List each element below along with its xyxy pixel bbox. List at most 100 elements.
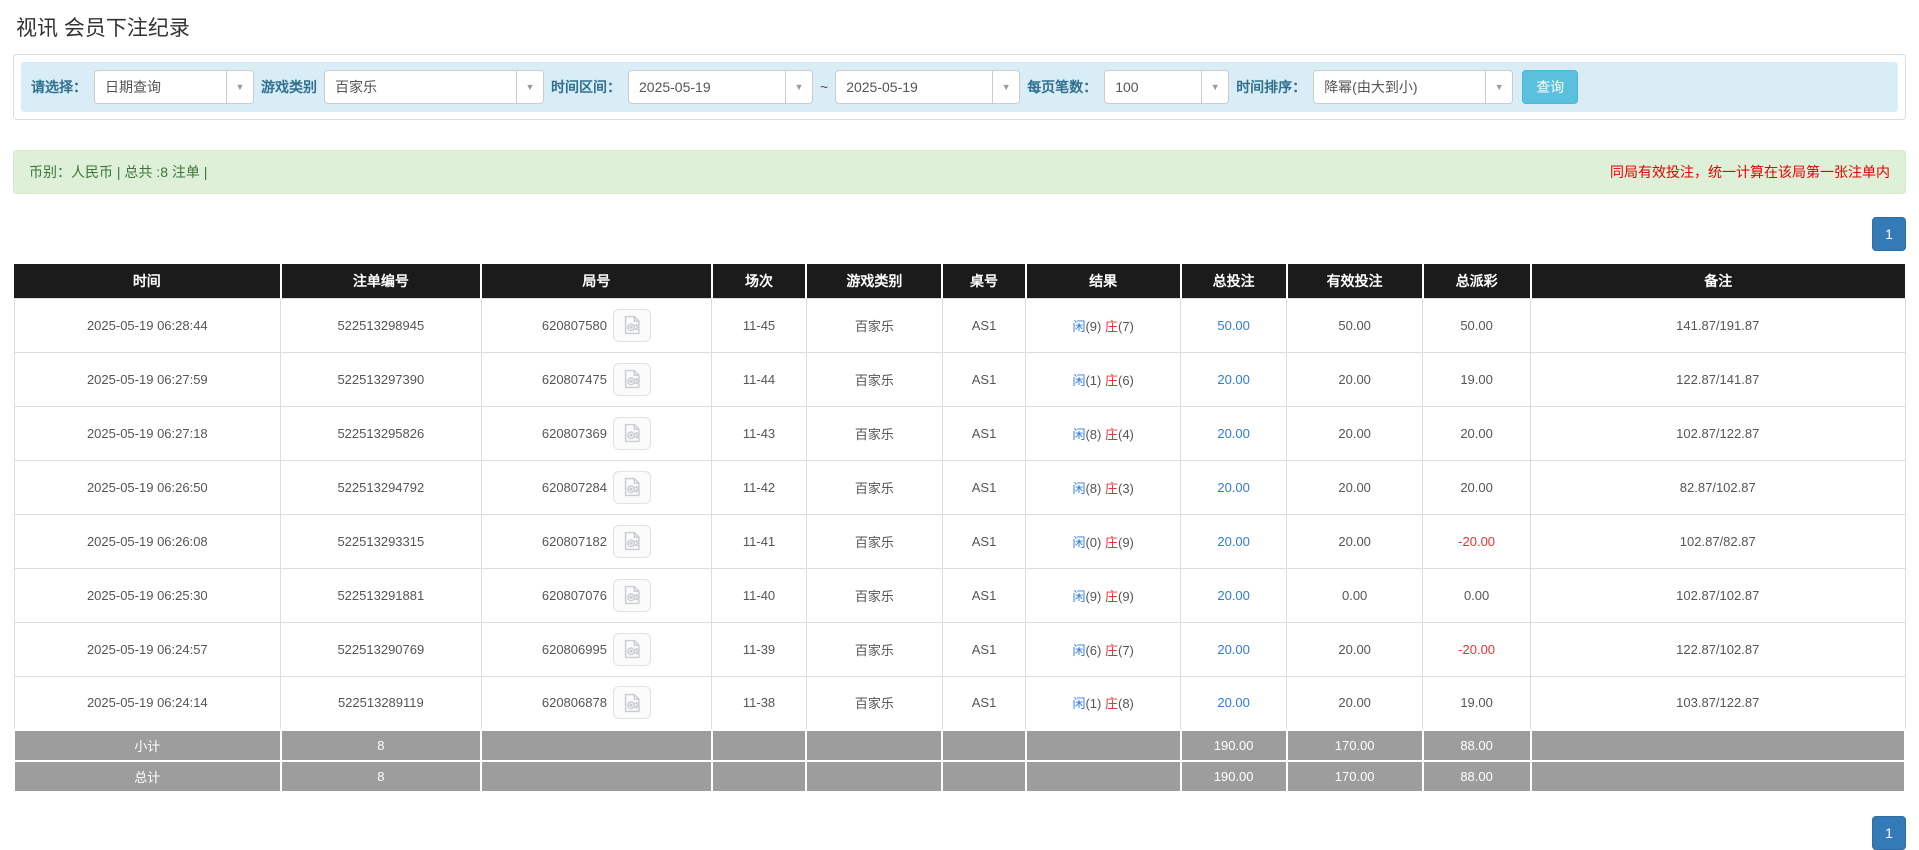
valid-bet-cell: 20.00 (1286, 675, 1424, 731)
video-replay-button[interactable] (612, 416, 651, 450)
total-bet-link[interactable]: 20.00 (1217, 695, 1250, 710)
date-from-value: 2025-05-19 (639, 79, 711, 95)
date-to-select[interactable]: 2025-05-19 ▼ (835, 70, 1021, 104)
result-cell: 闲(0) 庄(9) (1025, 513, 1182, 569)
total-bet-link[interactable]: 20.00 (1217, 426, 1250, 441)
header-payout: 总派彩 (1421, 264, 1531, 298)
game-cell: 百家乐 (805, 297, 943, 353)
table-no-cell: AS1 (941, 297, 1027, 353)
subtotal-label: 小计 (13, 729, 282, 762)
video-replay-button[interactable] (612, 362, 651, 396)
valid-bet-cell: 20.00 (1286, 405, 1424, 461)
total-bet-link[interactable]: 20.00 (1217, 372, 1250, 387)
player-result-label: 闲 (1072, 318, 1086, 334)
chevron-down-icon[interactable]: ▼ (226, 71, 253, 103)
game-cell: 百家乐 (805, 621, 943, 677)
bet-no-cell: 522513291881 (280, 567, 482, 623)
player-result-label: 闲 (1072, 696, 1086, 712)
banker-result-label: 庄 (1104, 318, 1118, 334)
result-cell: 闲(9) 庄(7) (1025, 297, 1182, 353)
query-mode-select[interactable]: 日期查询 ▼ (94, 70, 254, 104)
time-range-label: 时间区间： (551, 79, 621, 95)
header-round-no: 局号 (480, 264, 712, 298)
total-bet-link[interactable]: 50.00 (1217, 318, 1250, 333)
total-bet-link[interactable]: 20.00 (1217, 480, 1250, 495)
table-no-cell: AS1 (941, 405, 1027, 461)
valid-bet-cell: 20.00 (1286, 351, 1424, 407)
video-replay-button[interactable] (612, 686, 651, 720)
player-result-score: (8) (1085, 480, 1102, 496)
game-cell: 百家乐 (805, 675, 943, 731)
player-result-label: 闲 (1072, 534, 1086, 550)
valid-bet-cell: 20.00 (1286, 459, 1424, 515)
time-cell: 2025-05-19 06:27:59 (13, 351, 282, 407)
payout-cell: 50.00 (1422, 297, 1531, 353)
round-no-cell: 620807076 (480, 567, 713, 623)
total-total-bet: 190.00 (1179, 760, 1288, 793)
total-bet-link[interactable]: 20.00 (1217, 534, 1250, 549)
film-document-icon (624, 693, 640, 712)
date-from-select[interactable]: 2025-05-19 ▼ (628, 70, 813, 104)
bet-no-cell: 522513297390 (280, 351, 482, 407)
table-row: 2025-05-19 06:24:57 522513290769 6208069… (13, 621, 1906, 677)
subtotal-count: 8 (279, 729, 483, 762)
table-row: 2025-05-19 06:24:14 522513289119 6208068… (13, 675, 1906, 731)
video-replay-button[interactable] (612, 632, 651, 666)
player-result-score: (1) (1085, 696, 1102, 712)
time-sort-label: 时间排序： (1236, 79, 1307, 95)
round-no-value: 620807475 (541, 371, 607, 387)
chevron-down-icon[interactable]: ▼ (1201, 71, 1229, 103)
film-document-icon (624, 585, 640, 605)
header-remark: 备注 (1529, 264, 1905, 298)
payout-cell: 19.00 (1422, 675, 1531, 731)
time-sort-select[interactable]: 降幂(由大到小) ▼ (1313, 70, 1514, 104)
result-cell: 闲(1) 庄(6) (1025, 351, 1182, 407)
film-document-icon (624, 477, 640, 497)
chevron-down-icon[interactable]: ▼ (1485, 71, 1513, 103)
table-row: 2025-05-19 06:26:50 522513294792 6208072… (13, 459, 1906, 515)
video-replay-button[interactable] (612, 524, 651, 558)
remark-cell: 141.87/191.87 (1530, 297, 1906, 353)
game-cell: 百家乐 (805, 567, 943, 623)
banker-result-score: (7) (1117, 642, 1134, 658)
time-sort-value: 降幂(由大到小) (1324, 79, 1418, 95)
chevron-down-icon[interactable]: ▼ (992, 71, 1020, 103)
total-bet-link[interactable]: 20.00 (1217, 642, 1250, 657)
player-result-score: (9) (1085, 588, 1102, 604)
chevron-down-icon[interactable]: ▼ (785, 71, 812, 103)
video-replay-button[interactable] (612, 578, 651, 612)
chevron-down-icon[interactable]: ▼ (516, 71, 543, 103)
video-replay-button[interactable] (612, 470, 651, 504)
total-bet-link[interactable]: 20.00 (1217, 588, 1250, 603)
payout-cell: 20.00 (1422, 459, 1531, 515)
round-no-cell: 620807284 (480, 459, 713, 515)
total-valid-bet: 170.00 (1285, 760, 1424, 793)
film-document-icon (624, 369, 640, 389)
subtotal-payout: 88.00 (1421, 729, 1532, 762)
film-document-icon (624, 531, 640, 551)
game-cell: 百家乐 (805, 459, 943, 515)
time-cell: 2025-05-19 06:27:18 (13, 405, 282, 461)
time-cell: 2025-05-19 06:28:44 (13, 297, 282, 353)
session-cell: 11-39 (711, 621, 807, 677)
game-type-select[interactable]: 百家乐 ▼ (324, 70, 544, 104)
page-1-button-bottom[interactable]: 1 (1872, 816, 1906, 850)
table-header: 时间 注单编号 局号 场次 游戏类别 桌号 结果 总投注 有效投注 总派彩 备注 (14, 264, 1905, 298)
film-document-icon (624, 315, 640, 335)
total-bet-cell: 20.00 (1180, 459, 1288, 515)
subtotal-total-bet: 190.00 (1179, 729, 1288, 762)
page-size-select[interactable]: 100 ▼ (1104, 70, 1230, 104)
total-bet-cell: 20.00 (1180, 513, 1288, 569)
total-label: 总计 (13, 760, 282, 793)
round-no-cell: 620807580 (480, 297, 713, 353)
summary-bar: 币别：人民币 | 总共 :8 注单 | 同局有效投注，统一计算在该局第一张注单内 (13, 150, 1906, 194)
payout-cell: 19.00 (1422, 351, 1531, 407)
video-replay-button[interactable] (612, 308, 651, 342)
page-1-button[interactable]: 1 (1872, 217, 1906, 251)
table-row: 2025-05-19 06:28:44 522513298945 6208075… (13, 297, 1906, 353)
time-cell: 2025-05-19 06:26:08 (13, 513, 282, 569)
date-range-tilde: ~ (820, 79, 829, 95)
player-result-score: (8) (1085, 426, 1102, 442)
query-button[interactable]: 查询 (1522, 70, 1579, 104)
payout-cell: 0.00 (1422, 567, 1531, 623)
